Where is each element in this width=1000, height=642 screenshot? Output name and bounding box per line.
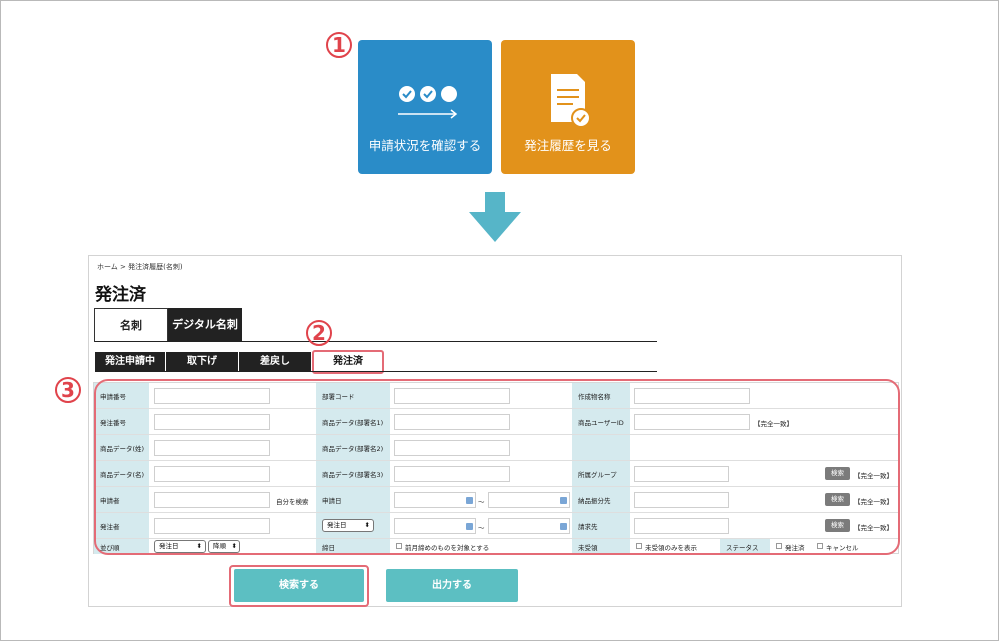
step-1-marker: 1 xyxy=(326,32,352,58)
order-history-tile[interactable]: 発注履歴を見る xyxy=(501,40,635,174)
subtab-returned[interactable]: 差戻し xyxy=(239,352,311,372)
search-form-highlight xyxy=(94,379,900,555)
search-button-highlight xyxy=(229,565,369,607)
tab-business-card[interactable]: 名刺 xyxy=(94,308,168,342)
subtab-pending[interactable]: 発注申請中 xyxy=(95,352,165,372)
check-status-tile[interactable]: 申請状況を確認する xyxy=(358,40,492,174)
subtabs-divider xyxy=(95,371,657,372)
tabs-divider xyxy=(95,341,657,342)
arrow-down-icon xyxy=(469,192,521,242)
export-button[interactable]: 出力する xyxy=(386,569,518,602)
step-3-marker: 3 xyxy=(55,377,81,403)
subtab-withdrawn[interactable]: 取下げ xyxy=(166,352,238,372)
check-status-label: 申請状況を確認する xyxy=(368,138,482,153)
tab-digital-card[interactable]: デジタル名刺 xyxy=(168,308,242,342)
step-2-marker: 2 xyxy=(306,320,332,346)
breadcrumb: ホーム > 発注済履歴(名刺) xyxy=(97,263,183,271)
page-title: 発注済 xyxy=(95,285,146,305)
order-history-label: 発注履歴を見る xyxy=(524,138,612,153)
